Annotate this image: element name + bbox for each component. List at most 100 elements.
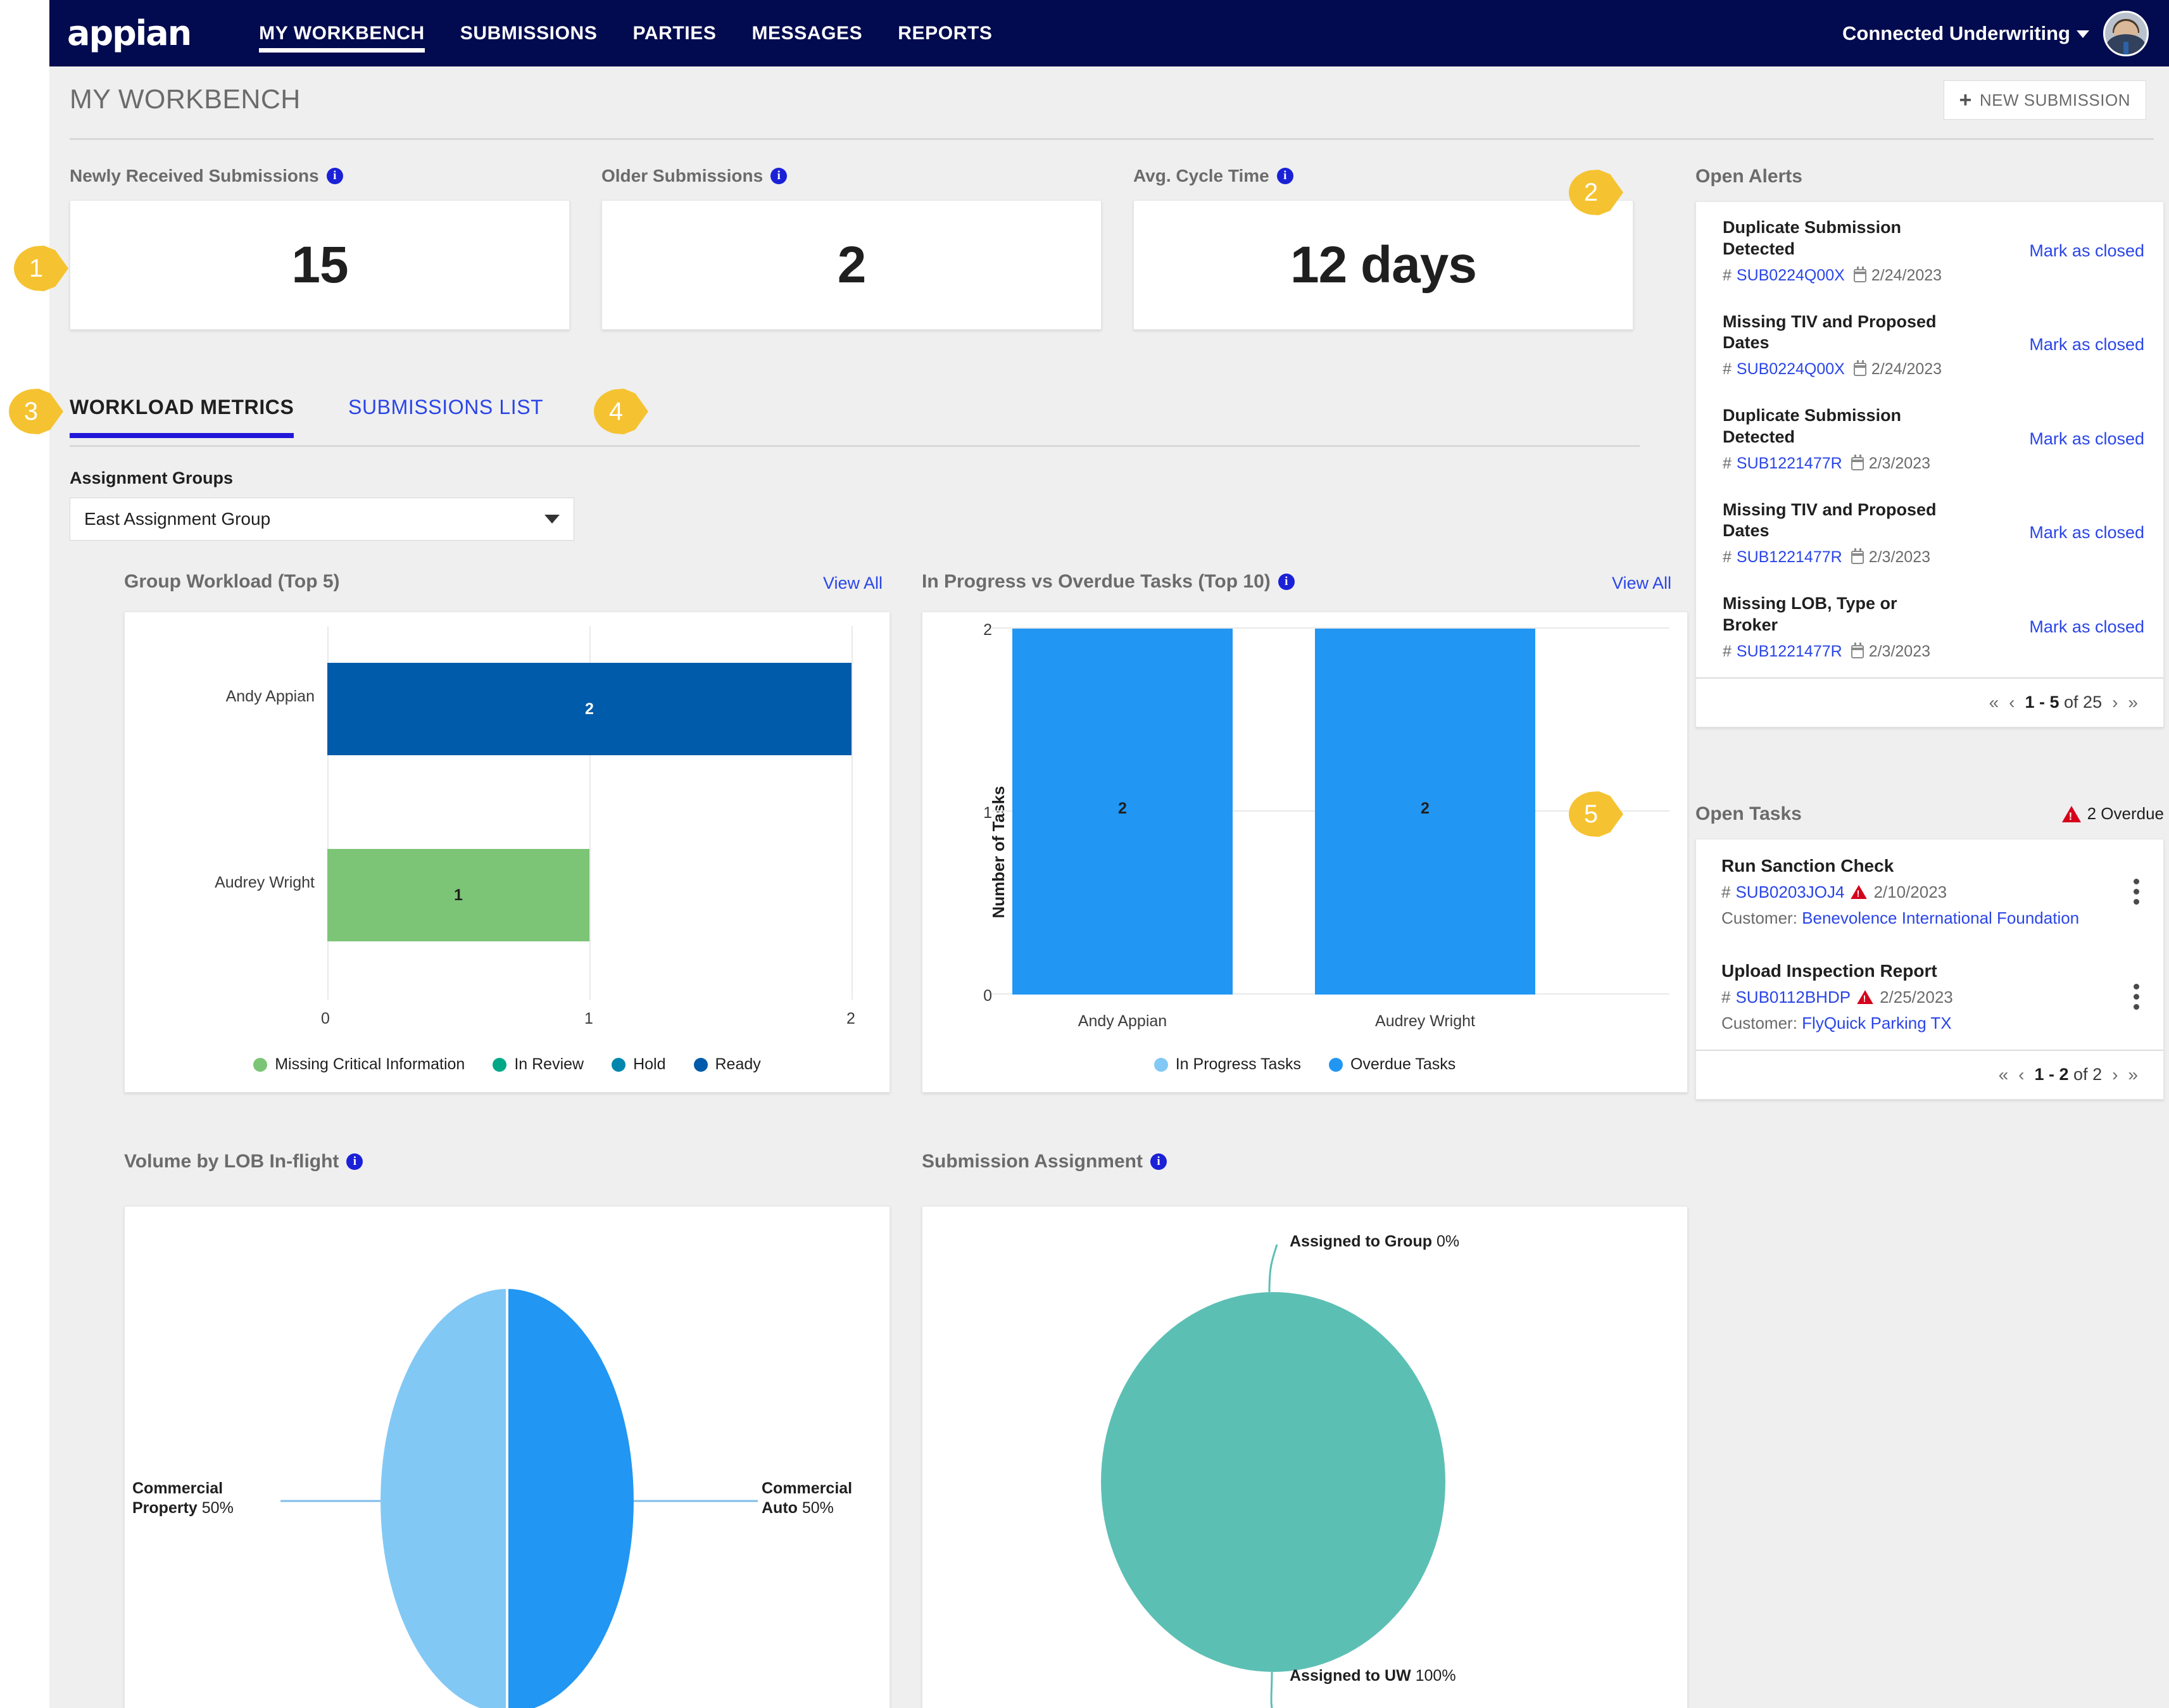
- bar-andy-appian-ready[interactable]: 2: [327, 663, 852, 755]
- nav-item-my-workbench[interactable]: MY WORKBENCH: [241, 0, 443, 66]
- xtick-1: 1: [584, 1010, 593, 1027]
- group-workload-view-all[interactable]: View All: [823, 574, 883, 593]
- alert-submission-id[interactable]: SUB1221477R: [1737, 643, 1842, 661]
- alert-details: Missing LOB, Type or Broker # SUB1221477…: [1723, 593, 2029, 661]
- nav-item-messages[interactable]: MESSAGES: [734, 0, 880, 66]
- assignment-groups-select[interactable]: East Assignment Group: [70, 498, 574, 541]
- legend-item-hold[interactable]: Hold: [612, 1055, 666, 1074]
- kpi-card[interactable]: 15: [70, 200, 570, 330]
- bar-audrey-wright-overdue-tasks[interactable]: 2: [1315, 629, 1535, 995]
- pager-first-button[interactable]: «: [1989, 693, 1999, 713]
- nav-item-parties[interactable]: PARTIES: [615, 0, 734, 66]
- new-submission-button[interactable]: + NEW SUBMISSION: [1943, 80, 2146, 120]
- pie-slice-assigned-to-uw[interactable]: [1101, 1292, 1445, 1672]
- legend-item-ready[interactable]: Ready: [693, 1055, 761, 1074]
- alert-name: Duplicate Submission Detected: [1723, 218, 1902, 258]
- pager-last-button[interactable]: »: [2128, 693, 2138, 713]
- bar-value-label: 1: [454, 886, 463, 904]
- open-tasks-pager: « ‹ 1 - 2 of 2 › »: [1696, 1049, 2163, 1099]
- alert-row[interactable]: Duplicate Submission Detected # SUB0224Q…: [1696, 202, 2163, 296]
- warning-icon: [1851, 884, 1868, 900]
- mark-as-closed-link[interactable]: Mark as closed: [2029, 617, 2144, 637]
- submission-assignment-chart: Assigned to Group 0% Assigned to UW 100%: [922, 1206, 1688, 1708]
- tab-divider: [70, 445, 1640, 447]
- alert-name: Missing TIV and Proposed Dates: [1723, 499, 1937, 541]
- alert-submission-id[interactable]: SUB1221477R: [1737, 455, 1842, 473]
- bar-andy-appian-overdue-tasks[interactable]: 2: [1012, 629, 1233, 995]
- group-workload-title-text: Group Workload (Top 5): [124, 571, 340, 592]
- task-row[interactable]: Upload Inspection Report # SUB0112BHDP 2…: [1696, 945, 2163, 1050]
- legend-item-in-progress-tasks[interactable]: In Progress Tasks: [1154, 1055, 1301, 1074]
- in-progress-overdue-chart: Number of Tasks 2 2 0 1 2 Andy Appian Au…: [922, 612, 1688, 1093]
- info-icon[interactable]: i: [770, 168, 788, 184]
- pie-label-name: Assigned to Group: [1290, 1233, 1432, 1250]
- callout-badge-2: 2: [1569, 170, 1623, 215]
- legend-item-missing-critical-information[interactable]: Missing Critical Information: [253, 1055, 465, 1074]
- alert-date: 2/24/2023: [1871, 360, 1942, 378]
- nav-item-reports[interactable]: REPORTS: [880, 0, 1010, 66]
- mark-as-closed-link[interactable]: Mark as closed: [2029, 429, 2144, 449]
- pager-last-button[interactable]: »: [2128, 1065, 2138, 1085]
- alert-date: 2/3/2023: [1868, 548, 1931, 566]
- task-meta: # SUB0112BHDP 2/25/2023: [1721, 988, 2126, 1007]
- pager-prev-button[interactable]: ‹: [2009, 693, 2015, 713]
- task-submission-id[interactable]: SUB0203JOJ4: [1735, 882, 1844, 902]
- kpi-card[interactable]: 12 days: [1133, 200, 1633, 330]
- alert-row[interactable]: Missing TIV and Proposed Dates # SUB0224…: [1696, 296, 2163, 391]
- category-label-andy-appian: Andy Appian: [1078, 1012, 1167, 1030]
- pager-total-text: of 2: [2073, 1065, 2103, 1084]
- nav-item-submissions[interactable]: SUBMISSIONS: [443, 0, 615, 66]
- task-customer-name[interactable]: Benevolence International Foundation: [1802, 908, 2079, 927]
- alert-submission-id[interactable]: SUB0224Q00X: [1737, 360, 1845, 379]
- alert-row[interactable]: Duplicate Submission Detected # SUB12214…: [1696, 390, 2163, 484]
- tab-workload-metrics[interactable]: WORKLOAD METRICS: [70, 396, 294, 438]
- task-submission-id[interactable]: SUB0112BHDP: [1735, 988, 1851, 1007]
- alert-row[interactable]: Missing LOB, Type or Broker # SUB1221477…: [1696, 578, 2163, 677]
- pager-first-button[interactable]: «: [1999, 1065, 2009, 1085]
- pager-total-text: of 25: [2064, 693, 2103, 712]
- alert-date: 2/3/2023: [1868, 454, 1931, 472]
- info-icon[interactable]: i: [346, 1153, 363, 1170]
- task-row[interactable]: Run Sanction Check # SUB0203JOJ4 2/10/20…: [1696, 839, 2163, 945]
- kpi-label: Newly Received Submissions i: [70, 166, 570, 186]
- pager-next-button[interactable]: ›: [2112, 693, 2118, 713]
- mark-as-closed-link[interactable]: Mark as closed: [2029, 523, 2144, 543]
- alert-submission-id[interactable]: SUB1221477R: [1737, 548, 1842, 567]
- pie-slice-commercial-auto[interactable]: [507, 1289, 634, 1708]
- task-more-options-icon[interactable]: [2126, 875, 2147, 908]
- legend-label: Ready: [715, 1055, 761, 1073]
- pager-prev-button[interactable]: ‹: [2018, 1065, 2024, 1085]
- info-icon[interactable]: i: [1278, 574, 1295, 590]
- task-details: Run Sanction Check # SUB0203JOJ4 2/10/20…: [1721, 856, 2126, 928]
- info-icon[interactable]: i: [1150, 1153, 1167, 1170]
- bar-audrey-wright-missing-critical-information[interactable]: 1: [327, 849, 589, 941]
- callout-number: 3: [23, 397, 39, 425]
- info-icon[interactable]: i: [1276, 168, 1293, 184]
- legend-item-in-review[interactable]: In Review: [493, 1055, 584, 1074]
- assignment-groups-value: East Assignment Group: [84, 509, 271, 529]
- task-more-options-icon[interactable]: [2126, 980, 2147, 1014]
- open-alerts-pager: « ‹ 1 - 5 of 25 › »: [1696, 677, 2163, 727]
- category-label-audrey-wright: Audrey Wright: [1375, 1012, 1475, 1030]
- hash-icon: #: [1721, 882, 1731, 901]
- task-details: Upload Inspection Report # SUB0112BHDP 2…: [1721, 961, 2126, 1033]
- nav-links: MY WORKBENCH SUBMISSIONS PARTIES MESSAGE…: [241, 0, 1010, 66]
- legend-item-overdue-tasks[interactable]: Overdue Tasks: [1328, 1055, 1455, 1074]
- tenant-menu[interactable]: Connected Underwriting: [1842, 22, 2089, 45]
- task-customer-name[interactable]: FlyQuick Parking TX: [1802, 1014, 1951, 1033]
- task-customer: Customer: FlyQuick Parking TX: [1721, 1014, 2126, 1033]
- kpi-card[interactable]: 2: [601, 200, 1102, 330]
- in-progress-overdue-view-all[interactable]: View All: [1612, 574, 1671, 593]
- mark-as-closed-link[interactable]: Mark as closed: [2029, 335, 2144, 355]
- pie-label-commercial-property: Commercial Property 50%: [132, 1479, 278, 1519]
- appian-logo[interactable]: appian: [67, 16, 192, 51]
- alert-submission-id[interactable]: SUB0224Q00X: [1737, 267, 1845, 285]
- legend-label: In Progress Tasks: [1175, 1055, 1301, 1073]
- info-icon[interactable]: i: [326, 168, 343, 184]
- alert-row[interactable]: Missing TIV and Proposed Dates # SUB1221…: [1696, 484, 2163, 579]
- mark-as-closed-link[interactable]: Mark as closed: [2029, 241, 2144, 261]
- pie-slice-commercial-property[interactable]: [380, 1289, 507, 1708]
- pager-next-button[interactable]: ›: [2112, 1065, 2118, 1085]
- user-avatar[interactable]: [2103, 10, 2149, 56]
- tab-submissions-list[interactable]: SUBMISSIONS LIST: [348, 396, 543, 433]
